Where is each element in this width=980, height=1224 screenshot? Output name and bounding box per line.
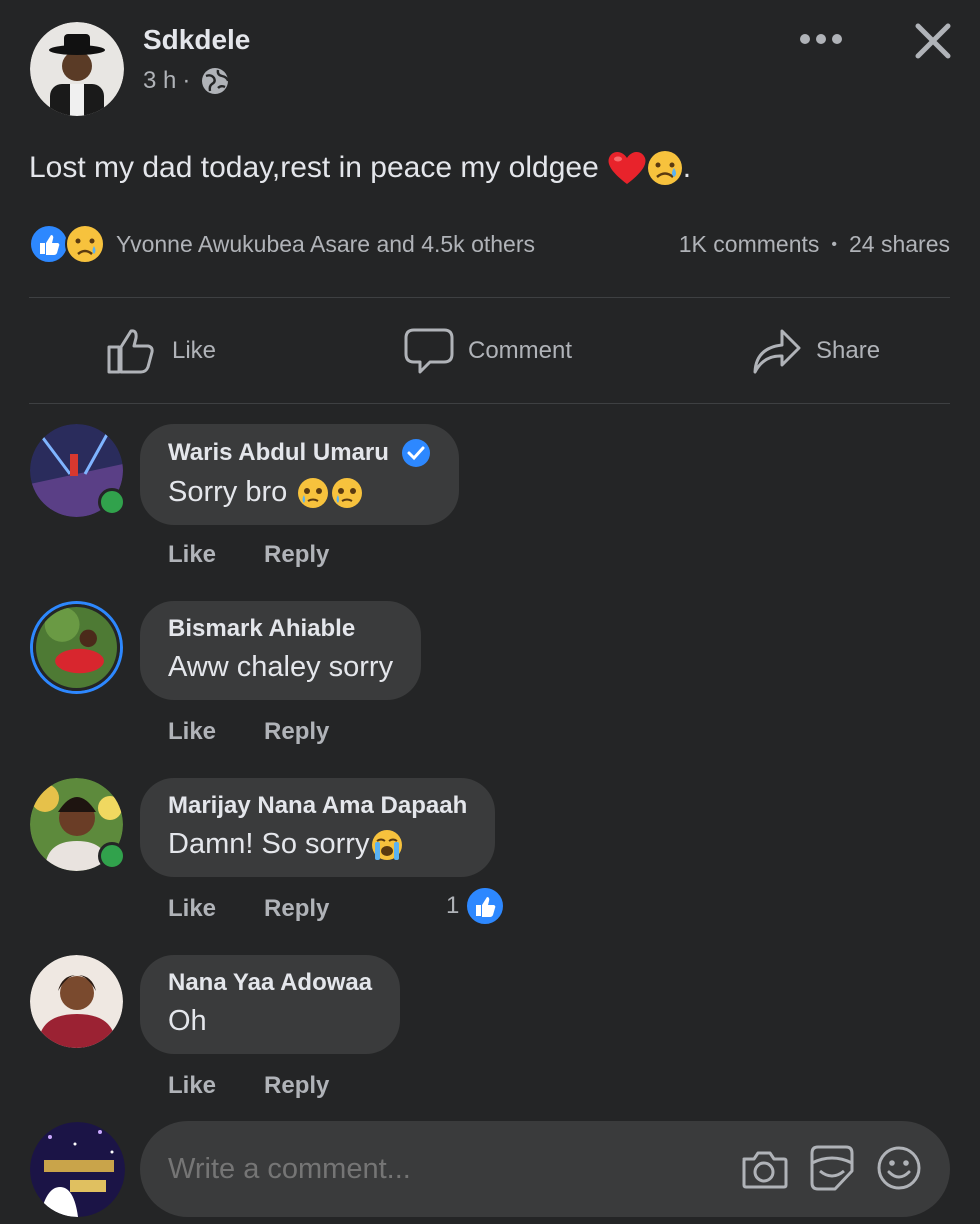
reactions-summary[interactable]: Yvonne Awukubea Asare and 4.5k others [116, 231, 535, 258]
comment-reply-link[interactable]: Reply [264, 1072, 329, 1100]
online-status-indicator [98, 488, 126, 516]
comment-bubble[interactable]: Marijay Nana Ama Dapaah Damn! So sorry [140, 778, 496, 877]
author-name[interactable]: Sdkdele [143, 24, 250, 56]
comment-bubble[interactable]: Bismark Ahiable Aww chaley sorry [140, 601, 422, 700]
sad-tear-emoji-icon [647, 151, 682, 185]
sad-reaction-icon [65, 224, 105, 264]
comment-author[interactable]: Marijay Nana Ama Dapaah [168, 792, 467, 820]
share-button[interactable]: Share [752, 326, 880, 376]
current-user-avatar[interactable] [30, 1122, 125, 1217]
time-separator: · [182, 67, 191, 94]
like-reaction-icon [465, 886, 506, 926]
comment-text: Oh [168, 1005, 207, 1037]
comment-author[interactable]: Nana Yaa Adowaa [168, 969, 372, 997]
comment-actions: Like Reply [168, 895, 329, 923]
comment-reply-link[interactable]: Reply [264, 541, 329, 569]
commenter-avatar[interactable] [30, 601, 123, 694]
comment-text: Sorry bro [168, 476, 288, 508]
gif-sticker-icon[interactable] [807, 1143, 857, 1193]
comment-like-link[interactable]: Like [168, 895, 216, 923]
more-options-icon[interactable] [800, 34, 842, 48]
comment-actions: Like Reply [168, 1072, 329, 1100]
comment-text: Aww chaley sorry [168, 651, 394, 683]
current-user-avatar-image [30, 1122, 125, 1217]
comment-reaction-count[interactable]: 1 [446, 886, 506, 926]
comment-author[interactable]: Waris Abdul Umaru [168, 439, 389, 467]
comment-like-link[interactable]: Like [168, 541, 216, 569]
commenter-avatar-image [30, 955, 123, 1048]
like-reaction-icon [29, 224, 69, 264]
share-arrow-icon [753, 329, 801, 374]
post-text-end: . [682, 151, 692, 184]
comment-input[interactable] [166, 1145, 710, 1193]
comment-reply-link[interactable]: Reply [264, 718, 329, 746]
divider-bottom [29, 403, 950, 404]
loudly-crying-emoji-icon [372, 829, 403, 860]
comment-button[interactable]: Comment [404, 326, 572, 376]
comment-actions: Like Reply [168, 541, 329, 569]
post-text-body: Lost my dad today,rest in peace my oldge… [29, 151, 599, 184]
comments-count[interactable]: 1K comments [679, 231, 820, 259]
comment-bubble-icon [404, 328, 454, 374]
comment-like-link[interactable]: Like [168, 718, 216, 746]
comment-reply-link[interactable]: Reply [264, 895, 329, 923]
share-button-label: Share [816, 337, 881, 364]
comment-like-link[interactable]: Like [168, 1072, 216, 1100]
comment-author[interactable]: Bismark Ahiable [168, 615, 355, 643]
shares-count[interactable]: 24 shares [849, 231, 950, 259]
comment-bubble[interactable]: Nana Yaa Adowaa Oh [140, 955, 401, 1054]
camera-icon[interactable] [740, 1147, 788, 1191]
online-status-indicator [98, 842, 126, 870]
comment-text: Damn! So sorry [168, 828, 370, 860]
comment-bubble[interactable]: Waris Abdul Umaru Sorry bro [140, 424, 459, 525]
commenter-avatar[interactable] [30, 955, 123, 1048]
comment-actions: Like Reply [168, 718, 329, 746]
globe-icon [202, 68, 230, 94]
comment-button-label: Comment [468, 337, 573, 364]
pleading-tear-emoji-icon [332, 477, 363, 508]
like-button-label: Like [172, 337, 217, 364]
comment-like-count: 1 [446, 892, 460, 919]
divider-top [29, 297, 950, 298]
stats-separator: • [831, 236, 837, 253]
verified-badge-icon [401, 439, 430, 467]
comment-composer[interactable] [140, 1121, 950, 1217]
thumbs-up-icon [107, 329, 154, 374]
pleading-tear-emoji-icon [298, 477, 329, 508]
red-heart-icon [608, 152, 646, 184]
author-avatar[interactable] [30, 22, 124, 116]
reactions-icons[interactable] [29, 224, 109, 264]
like-button[interactable]: Like [106, 326, 216, 376]
emoji-icon[interactable] [876, 1145, 922, 1191]
post-text: Lost my dad today,rest in peace my oldge… [29, 150, 691, 186]
author-avatar-image [30, 22, 124, 116]
close-icon[interactable] [914, 22, 952, 60]
post-time[interactable]: 3 h [143, 67, 176, 95]
commenter-avatar-image [33, 604, 120, 691]
